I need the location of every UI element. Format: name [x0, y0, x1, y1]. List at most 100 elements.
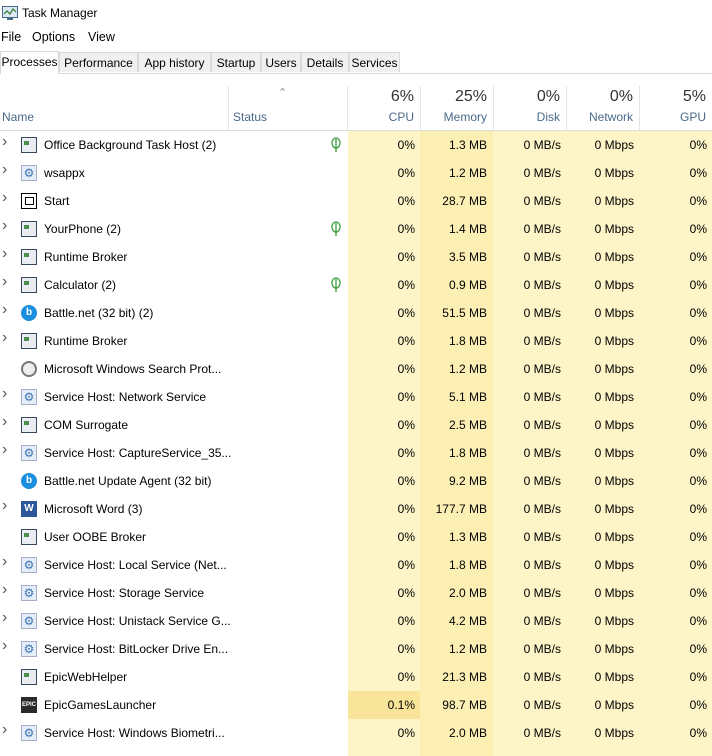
menu-view[interactable]: View: [88, 30, 115, 44]
memory-value: 5.1 MB: [448, 390, 487, 404]
process-row[interactable]: › ⚙ Service Host: Windows Biometri... 0% 2.0…: [0, 719, 712, 747]
expand-chevron-icon[interactable]: ›: [2, 162, 12, 178]
gpu-value: 0%: [689, 334, 707, 348]
process-row[interactable]: › ⚙ Service Host: Network Service 0% 5.1 MB 0…: [0, 383, 712, 411]
process-row[interactable]: › ⚙ Service Host: Unistack Service G... 0% 4…: [0, 607, 712, 635]
menu-options[interactable]: Options: [32, 30, 75, 44]
expand-chevron-icon[interactable]: ›: [2, 246, 12, 262]
menu-file[interactable]: File: [1, 30, 21, 44]
header-name[interactable]: Name: [2, 110, 34, 124]
expand-chevron-icon[interactable]: ›: [2, 274, 12, 290]
tab-details[interactable]: Details: [301, 52, 349, 72]
tab-startup[interactable]: Startup: [211, 52, 261, 72]
gpu-value: 0%: [689, 222, 707, 236]
expand-chevron-icon[interactable]: ›: [2, 414, 12, 430]
expand-chevron-icon[interactable]: ›: [2, 134, 12, 150]
disk-value: 0 MB/s: [523, 250, 561, 264]
memory-value: 1.3 MB: [448, 138, 487, 152]
expand-chevron-icon[interactable]: ›: [2, 386, 12, 402]
process-row[interactable]: › COM Surrogate 0% 2.5 MB 0 MB/s 0 Mbps 0%: [0, 411, 712, 439]
header-divider: [228, 86, 229, 130]
tab-services[interactable]: Services: [349, 52, 400, 72]
network-value: 0 Mbps: [594, 138, 634, 152]
process-name: Runtime Broker: [44, 250, 128, 264]
gpu-value: 0%: [689, 530, 707, 544]
process-row[interactable]: Microsoft Windows Search Prot... 0% 1.2 MB…: [0, 355, 712, 383]
expand-chevron-icon[interactable]: ›: [2, 582, 12, 598]
window-icon: [21, 529, 37, 545]
tab-performance[interactable]: Performance: [59, 52, 138, 72]
process-row[interactable]: › ⚙ Service Host: BitLocker Drive En... 0% 1…: [0, 635, 712, 663]
disk-value: 0 MB/s: [523, 502, 561, 516]
expand-chevron-icon[interactable]: ›: [2, 638, 12, 654]
gpu-value: 0%: [689, 698, 707, 712]
expand-chevron-icon[interactable]: ›: [2, 330, 12, 346]
cpu-value: 0%: [397, 222, 415, 236]
cpu-value: 0%: [397, 474, 415, 488]
expand-chevron-icon[interactable]: ›: [2, 610, 12, 626]
tab-processes[interactable]: Processes: [0, 51, 59, 74]
header-disk[interactable]: 0% Disk: [493, 86, 566, 130]
process-row[interactable]: › ⚙ Service Host: Local Service (Net... 0% 1…: [0, 551, 712, 579]
header-network[interactable]: 0% Network: [566, 86, 639, 130]
gpu-value: 0%: [689, 194, 707, 208]
memory-value: 1.4 MB: [448, 222, 487, 236]
process-row[interactable]: User OOBE Broker 0% 1.3 MB 0 MB/s 0 Mbps 0%: [0, 523, 712, 551]
header-memory[interactable]: 25% Memory: [420, 86, 493, 130]
header-status[interactable]: Status: [233, 110, 267, 124]
tab-users[interactable]: Users: [261, 52, 301, 72]
process-row[interactable]: › W Microsoft Word (3) 0% 177.7 MB 0 MB/s 0 Mb…: [0, 495, 712, 523]
gpu-value: 0%: [689, 362, 707, 376]
network-value: 0 Mbps: [594, 362, 634, 376]
expand-chevron-icon[interactable]: ›: [2, 302, 12, 318]
disk-value: 0 MB/s: [523, 166, 561, 180]
process-row[interactable]: › ⚙ Service Host: CaptureService_35... 0% 1.…: [0, 439, 712, 467]
gpu-value: 0%: [689, 474, 707, 488]
process-row[interactable]: › YourPhone (2) 0% 1.4 MB 0 MB/s 0 Mbps 0%: [0, 215, 712, 243]
network-value: 0 Mbps: [594, 586, 634, 600]
disk-value: 0 MB/s: [523, 614, 561, 628]
process-row[interactable]: › Start 0% 28.7 MB 0 MB/s 0 Mbps 0%: [0, 187, 712, 215]
process-row[interactable]: › Calculator (2) 0% 0.9 MB 0 MB/s 0 Mbps 0%: [0, 271, 712, 299]
window-icon: [21, 333, 37, 349]
process-row[interactable]: b Battle.net Update Agent (32 bit) 0% 9.2 M…: [0, 467, 712, 495]
process-row[interactable]: › Office Background Task Host (2) 0% 1.3 MB…: [0, 131, 712, 159]
expand-chevron-icon[interactable]: ›: [2, 722, 12, 738]
disk-value: 0 MB/s: [523, 222, 561, 236]
expand-chevron-icon[interactable]: ›: [2, 554, 12, 570]
header-cpu-pct: 6%: [390, 88, 414, 105]
disk-value: 0 MB/s: [523, 726, 561, 740]
tab-app-history[interactable]: App history: [138, 52, 211, 72]
process-name: Battle.net Update Agent (32 bit): [44, 474, 212, 488]
expand-chevron-icon[interactable]: ›: [2, 442, 12, 458]
gear-icon: ⚙: [21, 585, 37, 601]
header-cpu-label: CPU: [388, 110, 414, 124]
disk-value: 0 MB/s: [523, 418, 561, 432]
gpu-value: 0%: [689, 138, 707, 152]
process-name: EpicWebHelper: [44, 670, 128, 684]
network-value: 0 Mbps: [594, 530, 634, 544]
expand-chevron-icon[interactable]: ›: [2, 498, 12, 514]
process-row[interactable]: › b Battle.net (32 bit) (2) 0% 51.5 MB 0 MB/s…: [0, 299, 712, 327]
process-name: YourPhone (2): [44, 222, 121, 236]
process-row[interactable]: › Runtime Broker 0% 3.5 MB 0 MB/s 0 Mbps 0%: [0, 243, 712, 271]
process-name: User OOBE Broker: [44, 530, 147, 544]
sort-caret-icon: ⌃: [278, 87, 288, 99]
expand-chevron-icon[interactable]: ›: [2, 218, 12, 234]
process-row[interactable]: EpicWebHelper 0% 21.3 MB 0 MB/s 0 Mbps 0%: [0, 663, 712, 691]
header-gpu[interactable]: 5% GPU: [639, 86, 712, 130]
header-cpu[interactable]: 6% CPU: [347, 86, 420, 130]
cpu-value: 0%: [397, 726, 415, 740]
process-row[interactable]: EPIC EpicGamesLauncher 0.1% 98.7 MB 0 MB/s 0 …: [0, 691, 712, 719]
expand-chevron-icon[interactable]: ›: [2, 190, 12, 206]
process-row[interactable]: › ⚙ Service Host: Storage Service 0% 2.0 MB 0…: [0, 579, 712, 607]
cpu-value: 0%: [397, 586, 415, 600]
cpu-value: 0%: [397, 362, 415, 376]
network-value: 0 Mbps: [594, 642, 634, 656]
memory-value: 2.0 MB: [448, 726, 487, 740]
process-row[interactable]: › ⚙ wsappx 0% 1.2 MB 0 MB/s 0 Mbps 0%: [0, 159, 712, 187]
header-gpu-label: GPU: [679, 110, 706, 124]
process-row[interactable]: › Runtime Broker 0% 1.8 MB 0 MB/s 0 Mbps 0%: [0, 327, 712, 355]
process-list: › Office Background Task Host (2) 0% 1.3 MB…: [0, 131, 712, 747]
network-value: 0 Mbps: [594, 194, 634, 208]
